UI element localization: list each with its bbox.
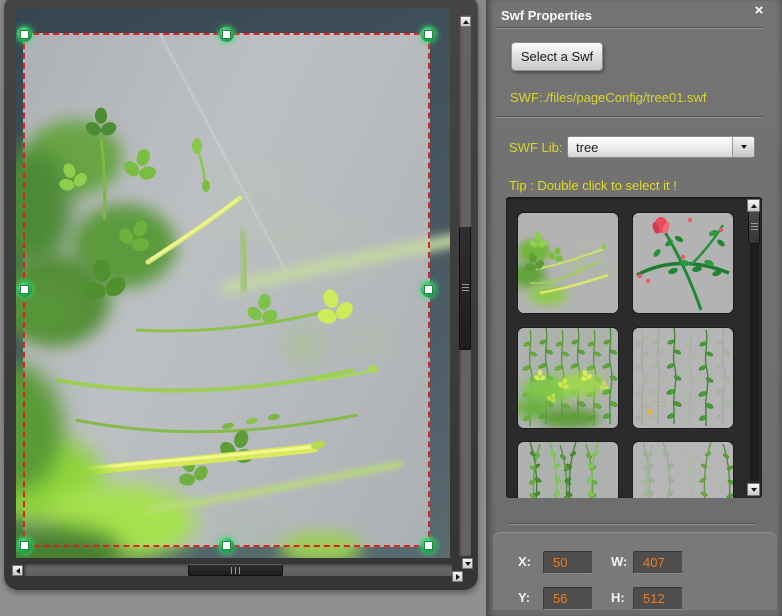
- selection-region[interactable]: [23, 33, 430, 547]
- scrollbar-grip: [462, 284, 469, 292]
- x-input[interactable]: [543, 551, 593, 574]
- resize-handle-bottom-left[interactable]: [17, 538, 32, 553]
- resize-handle-top-right[interactable]: [421, 27, 436, 42]
- up-arrow-icon: [751, 204, 757, 208]
- y-label: Y:: [518, 590, 530, 605]
- h-label: H:: [611, 590, 625, 605]
- swf-lib-selected-value: tree: [568, 140, 732, 155]
- resize-handle-top-left[interactable]: [17, 27, 32, 42]
- swf-thumbnail[interactable]: [518, 328, 618, 428]
- swf-path-text: SWF:./files/pageConfig/tree01.swf: [510, 90, 707, 105]
- right-arrow-icon: [456, 574, 460, 580]
- resize-handle-middle-left[interactable]: [17, 282, 32, 297]
- library-scrollbar-track[interactable]: [750, 213, 759, 481]
- library-scroll-down-button[interactable]: [747, 483, 760, 496]
- canvas-viewport[interactable]: [16, 8, 450, 558]
- panel-title: Swf Properties: [501, 8, 592, 23]
- scroll-down-button[interactable]: [462, 558, 473, 569]
- w-input[interactable]: [633, 551, 683, 574]
- canvas-frame: [4, 0, 478, 590]
- scrollbar-grip: [231, 567, 241, 574]
- swf-thumbnail[interactable]: [633, 442, 733, 498]
- select-swf-button[interactable]: Select a Swf: [511, 42, 603, 71]
- library-scrollbar-thumb[interactable]: [748, 210, 760, 244]
- left-arrow-icon: [16, 568, 20, 574]
- swf-lib-select[interactable]: tree: [567, 136, 755, 158]
- library-scroll-up-button[interactable]: [747, 199, 760, 212]
- vertical-scrollbar-thumb[interactable]: [459, 226, 471, 350]
- resize-handle-bottom-middle[interactable]: [219, 538, 234, 553]
- h-input[interactable]: [633, 587, 683, 610]
- x-label: X:: [518, 554, 531, 569]
- divider: [496, 27, 763, 28]
- swf-library-list: [506, 197, 762, 498]
- resize-handle-middle-right[interactable]: [421, 282, 436, 297]
- dropdown-arrow-button[interactable]: [732, 137, 754, 157]
- swf-lib-label: SWF Lib:: [509, 140, 562, 155]
- close-icon[interactable]: ×: [750, 2, 768, 20]
- swf-thumbnail[interactable]: [633, 213, 733, 313]
- down-arrow-icon: [751, 488, 757, 492]
- swf-editor-window: Swf Properties × Select a Swf SWF:./file…: [0, 0, 782, 616]
- divider: [508, 523, 756, 524]
- tip-text: Tip : Double click to select it !: [509, 178, 677, 193]
- up-arrow-icon: [463, 20, 469, 24]
- chevron-down-icon: [741, 145, 747, 149]
- y-input[interactable]: [543, 587, 593, 610]
- scrollbar-grip: [751, 223, 758, 231]
- swf-thumbnail[interactable]: [633, 328, 733, 428]
- scroll-right-button[interactable]: [452, 571, 463, 582]
- scroll-left-button[interactable]: [12, 565, 23, 576]
- resize-handle-bottom-right[interactable]: [421, 538, 436, 553]
- scroll-up-button[interactable]: [460, 16, 471, 27]
- horizontal-scrollbar-thumb[interactable]: [188, 564, 283, 576]
- swf-thumbnail[interactable]: [518, 213, 618, 313]
- down-arrow-icon: [465, 562, 471, 566]
- swf-thumbnail[interactable]: [518, 442, 618, 498]
- resize-handle-top-middle[interactable]: [219, 27, 234, 42]
- w-label: W:: [611, 554, 627, 569]
- divider: [496, 116, 763, 117]
- swf-properties-panel: Swf Properties × Select a Swf SWF:./file…: [486, 0, 782, 616]
